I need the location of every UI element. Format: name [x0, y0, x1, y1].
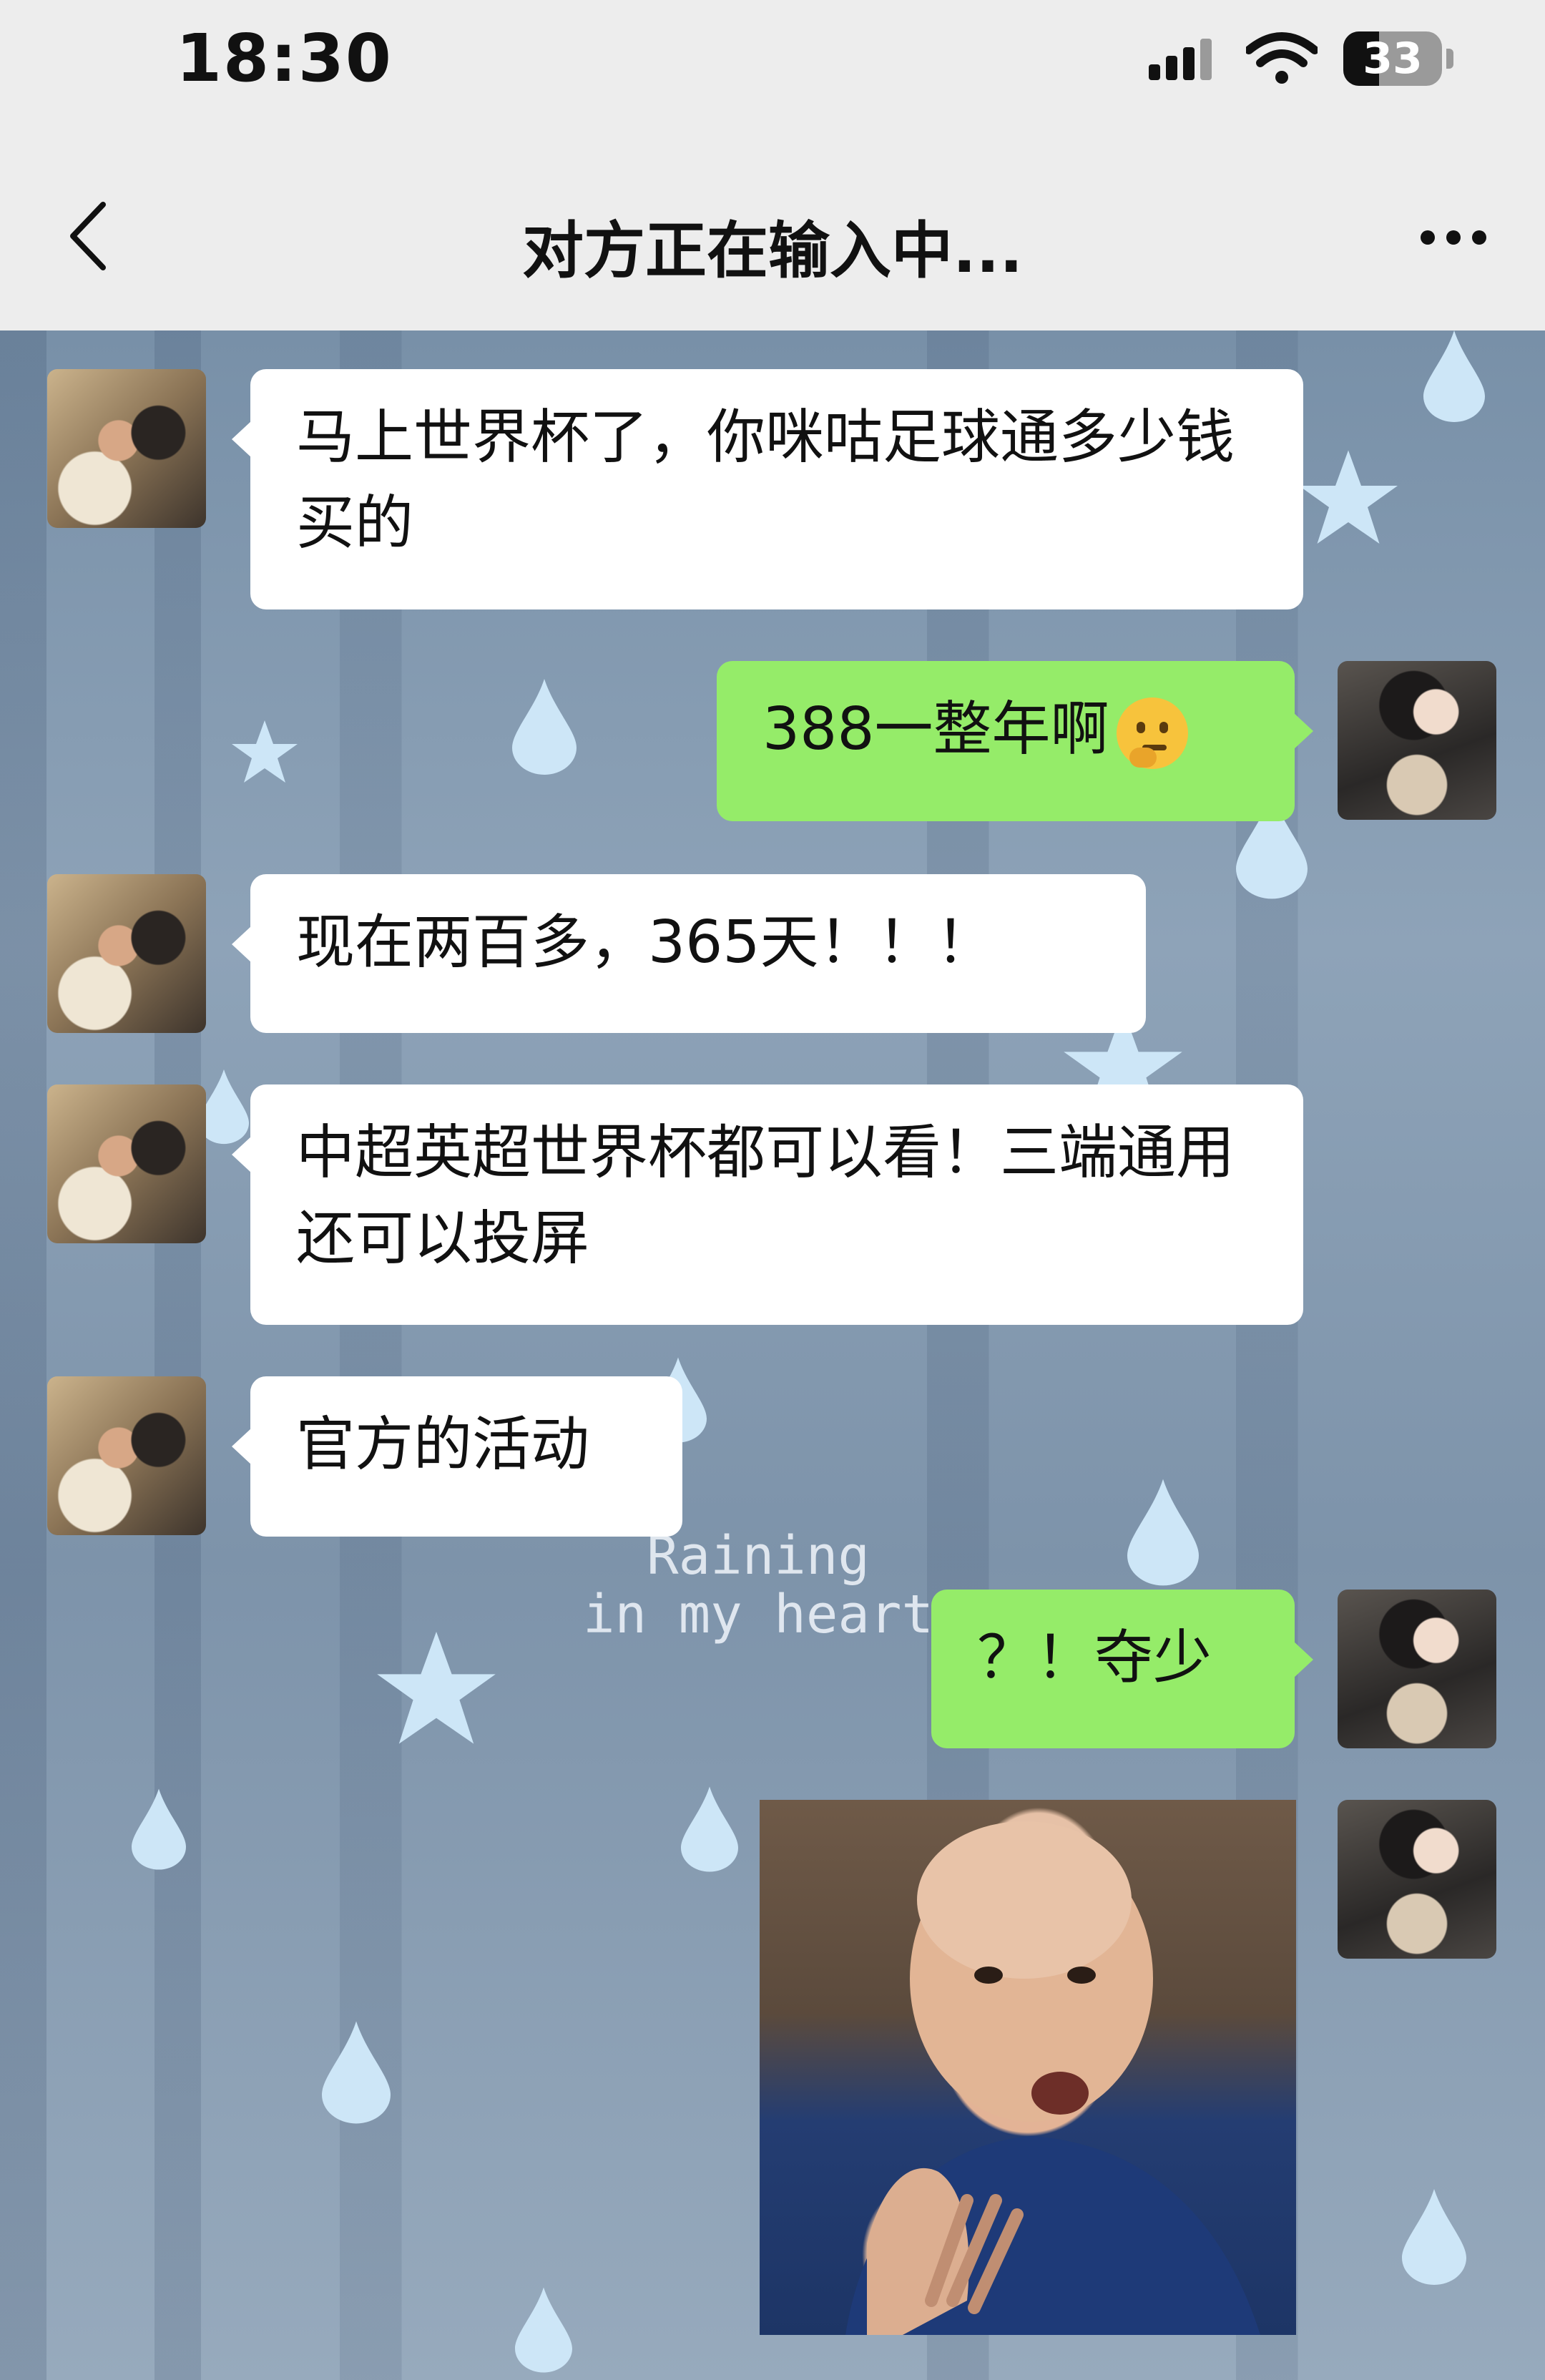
- battery-tip: [1446, 49, 1453, 69]
- friend-avatar[interactable]: [47, 1376, 206, 1535]
- message-text: 马上世界杯了，你咪咕足球通多少钱买的: [296, 403, 1235, 557]
- battery-icon: 33: [1343, 31, 1442, 86]
- my-avatar[interactable]: [1338, 661, 1496, 820]
- raindrop-icon: [681, 1786, 738, 1872]
- message-bubble-incoming[interactable]: 现在两百多，365天！！！: [232, 874, 1146, 1033]
- my-avatar[interactable]: [1338, 1800, 1496, 1959]
- raindrop-icon: [1127, 1479, 1199, 1586]
- raindrop-icon: [1423, 330, 1485, 422]
- friend-avatar[interactable]: [47, 874, 206, 1033]
- clock: 18:30: [176, 20, 393, 97]
- chat-header: 对方正在输入中...: [0, 122, 1545, 330]
- message-text: ？！夺少: [977, 1624, 1212, 1692]
- battery-level: 33: [1363, 34, 1423, 84]
- raindrop-icon: [1402, 2189, 1466, 2285]
- friend-avatar[interactable]: [47, 369, 206, 528]
- image-message[interactable]: [760, 1800, 1296, 2335]
- star-icon: [232, 720, 298, 783]
- message-text: 现在两百多，365天！！！: [296, 909, 995, 976]
- message-bubble-outgoing[interactable]: ？！夺少: [931, 1590, 1313, 1748]
- more-horizontal-icon[interactable]: [1419, 229, 1488, 246]
- star-icon: [1299, 450, 1398, 544]
- raindrop-icon: [322, 2021, 391, 2124]
- wallpaper-text-line2: in my heart: [582, 1584, 934, 1645]
- my-avatar[interactable]: [1338, 1590, 1496, 1748]
- status-bar: 18:30 33: [0, 0, 1545, 122]
- message-bubble-incoming[interactable]: 官方的活动: [232, 1376, 682, 1537]
- raindrop-icon: [512, 679, 577, 775]
- wifi-icon: [1246, 32, 1318, 84]
- raindrop-icon: [515, 2287, 572, 2373]
- chat-title: 对方正在输入中...: [521, 215, 1023, 287]
- cellular-signal-icon: [1149, 39, 1212, 80]
- message-bubble-incoming[interactable]: 马上世界杯了，你咪咕足球通多少钱买的: [232, 369, 1303, 609]
- raindrop-icon: [132, 1788, 186, 1870]
- thinking-face-emoji: [1116, 697, 1188, 769]
- message-bubble-outgoing[interactable]: 388一整年啊: [717, 661, 1313, 821]
- reaction-photo: [845, 1821, 1260, 2335]
- friend-avatar[interactable]: [47, 1084, 206, 1243]
- message-text: 官方的活动: [296, 1411, 590, 1479]
- message-text: 中超英超世界杯都可以看！三端通用还可以投屏: [296, 1119, 1235, 1273]
- star-icon: [377, 1632, 496, 1744]
- wallpaper-text: Raining in my heart: [565, 1527, 951, 1644]
- message-bubble-incoming[interactable]: 中超英超世界杯都可以看！三端通用还可以投屏: [232, 1084, 1303, 1325]
- message-text: 388一整年啊: [762, 695, 1109, 763]
